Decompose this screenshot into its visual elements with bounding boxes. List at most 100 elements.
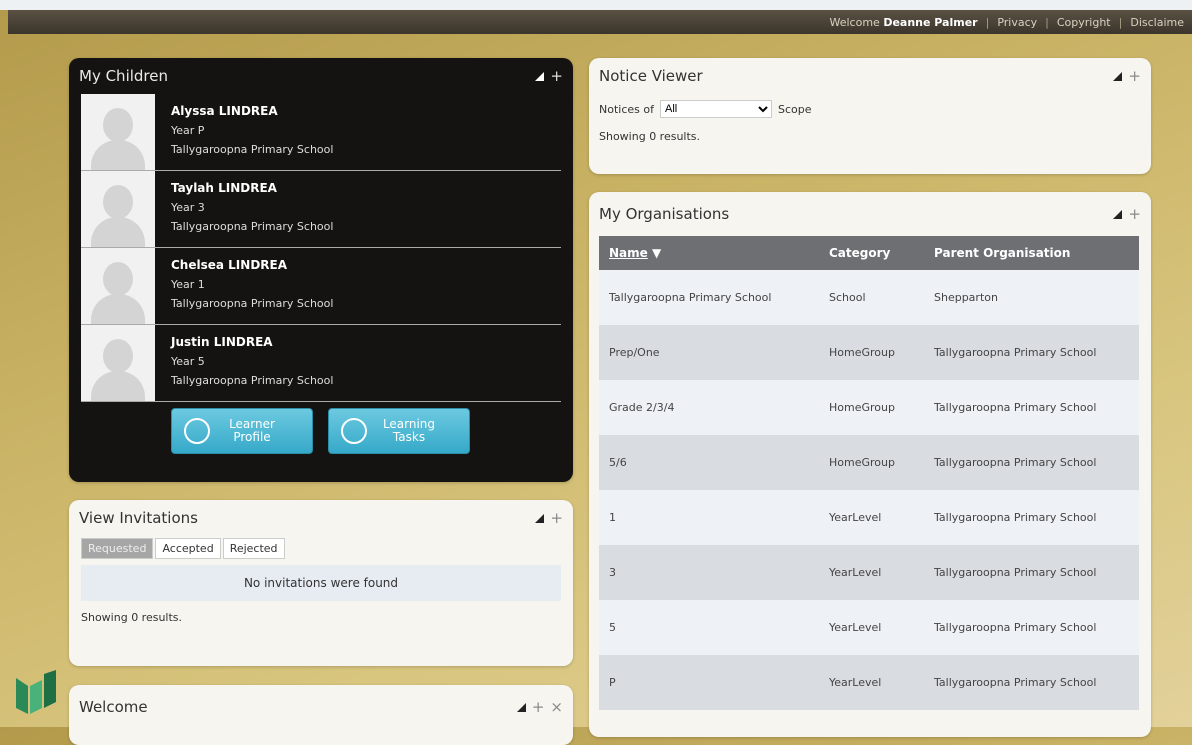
notice-viewer-panel: Notice Viewer + Notices of All Scope Sho… — [589, 58, 1151, 174]
tab-requested[interactable]: Requested — [81, 538, 154, 559]
table-row[interactable]: 1 YearLevel Tallygaroopna Primary School — [599, 490, 1139, 545]
org-name: Tallygaroopna Primary School — [599, 270, 819, 325]
plus-icon[interactable]: + — [550, 67, 563, 85]
org-category: YearLevel — [819, 545, 924, 600]
top-bar: Welcome Deanne Palmer | Privacy | Copyri… — [8, 10, 1192, 34]
org-name: Grade 2/3/4 — [599, 380, 819, 435]
collapse-triangle-icon[interactable] — [535, 71, 545, 81]
empty-message: No invitations were found — [81, 565, 561, 601]
panel-title: Notice Viewer — [599, 67, 703, 85]
child-school: Tallygaroopna Primary School — [171, 143, 334, 156]
child-name: Taylah LINDREA — [171, 181, 277, 195]
username: Deanne Palmer — [883, 15, 978, 29]
plus-icon[interactable]: + — [1128, 205, 1141, 223]
child-year: Year 5 — [171, 355, 205, 368]
org-name: 5/6 — [599, 435, 819, 490]
plus-icon[interactable]: + — [550, 509, 563, 527]
child-year: Year P — [171, 124, 205, 137]
collapse-triangle-icon[interactable] — [516, 702, 526, 712]
tab-rejected[interactable]: Rejected — [222, 538, 285, 559]
child-row[interactable]: Taylah LINDREA Year 3 Tallygaroopna Prim… — [81, 171, 561, 248]
table-row[interactable]: 3 YearLevel Tallygaroopna Primary School — [599, 545, 1139, 600]
tasks-icon — [341, 418, 367, 444]
table-row[interactable]: 5 YearLevel Tallygaroopna Primary School — [599, 600, 1139, 655]
child-year: Year 1 — [171, 278, 205, 291]
child-school: Tallygaroopna Primary School — [171, 374, 334, 387]
learning-tasks-button[interactable]: Learning Tasks — [328, 408, 470, 454]
column-header-name[interactable]: Name ▼ — [599, 236, 819, 270]
children-list: Alyssa LINDREA Year P Tallygaroopna Prim… — [69, 94, 573, 402]
invitation-tabs: Requested Accepted Rejected — [81, 538, 561, 559]
org-parent: Tallygaroopna Primary School — [924, 325, 1139, 380]
org-name: 1 — [599, 490, 819, 545]
org-category: YearLevel — [819, 655, 924, 710]
org-category: YearLevel — [819, 490, 924, 545]
close-icon[interactable]: × — [550, 698, 563, 716]
org-category: YearLevel — [819, 600, 924, 655]
org-parent: Tallygaroopna Primary School — [924, 545, 1139, 600]
table-row[interactable]: Prep/One HomeGroup Tallygaroopna Primary S… — [599, 325, 1139, 380]
org-parent: Tallygaroopna Primary School — [924, 435, 1139, 490]
child-year: Year 3 — [171, 201, 205, 214]
panel-header: Notice Viewer + — [589, 58, 1151, 94]
table-row[interactable]: 5/6 HomeGroup Tallygaroopna Primary School — [599, 435, 1139, 490]
sort-desc-icon: ▼ — [651, 246, 662, 260]
panel-title: View Invitations — [79, 509, 198, 527]
table-row[interactable]: Grade 2/3/4 HomeGroup Tallygaroopna Primar… — [599, 380, 1139, 435]
panel-title: My Children — [79, 67, 168, 85]
collapse-triangle-icon[interactable] — [1113, 209, 1123, 219]
welcome-text: Welcome Deanne Palmer — [829, 15, 978, 29]
copyright-link[interactable]: Copyright — [1049, 16, 1119, 29]
org-category: HomeGroup — [819, 325, 924, 380]
organisations-table: Name ▼ Category Parent Organisation Tall… — [599, 236, 1139, 710]
child-row[interactable]: Alyssa LINDREA Year P Tallygaroopna Prim… — [81, 94, 561, 171]
avatar — [81, 94, 155, 170]
column-header-parent[interactable]: Parent Organisation — [924, 236, 1139, 270]
org-name: 3 — [599, 545, 819, 600]
org-name: 5 — [599, 600, 819, 655]
child-school: Tallygaroopna Primary School — [171, 220, 334, 233]
scope-label: Scope — [777, 102, 812, 116]
table-row[interactable]: Tallygaroopna Primary School School Sheppa… — [599, 270, 1139, 325]
results-summary: Showing 0 results. — [599, 130, 701, 143]
org-category: School — [819, 270, 924, 325]
org-category: HomeGroup — [819, 380, 924, 435]
org-name: P — [599, 655, 819, 710]
child-name: Chelsea LINDREA — [171, 258, 287, 272]
child-school: Tallygaroopna Primary School — [171, 297, 334, 310]
avatar — [81, 325, 155, 401]
welcome-panel: Welcome + × — [69, 685, 573, 745]
tab-accepted[interactable]: Accepted — [155, 538, 221, 559]
view-invitations-panel: View Invitations + Requested Accepted Re… — [69, 500, 573, 666]
panel-title: Welcome — [79, 698, 148, 716]
results-summary: Showing 0 results. — [81, 611, 183, 624]
avatar — [81, 248, 155, 324]
plus-icon[interactable]: + — [532, 698, 545, 716]
my-children-panel: My Children + Alyssa LINDREA Year P Tall… — [69, 58, 573, 482]
privacy-link[interactable]: Privacy — [989, 16, 1045, 29]
panel-header: My Organisations + — [589, 192, 1151, 236]
learner-profile-button[interactable]: Learner Profile — [171, 408, 313, 454]
org-parent: Tallygaroopna Primary School — [924, 600, 1139, 655]
org-parent: Tallygaroopna Primary School — [924, 380, 1139, 435]
child-row[interactable]: Justin LINDREA Year 5 Tallygaroopna Prim… — [81, 325, 561, 402]
collapse-triangle-icon[interactable] — [535, 513, 545, 523]
table-row[interactable]: P YearLevel Tallygaroopna Primary School — [599, 655, 1139, 710]
child-name: Justin LINDREA — [171, 335, 273, 349]
panel-header: View Invitations + — [69, 500, 573, 536]
org-category: HomeGroup — [819, 435, 924, 490]
org-parent: Tallygaroopna Primary School — [924, 490, 1139, 545]
browser-top-strip — [0, 0, 1192, 10]
disclaimer-link[interactable]: Disclaime — [1122, 16, 1192, 29]
notice-scope-select[interactable]: All — [659, 100, 772, 118]
child-row[interactable]: Chelsea LINDREA Year 1 Tallygaroopna Pri… — [81, 248, 561, 325]
panel-header: Welcome + × — [69, 685, 573, 729]
child-name: Alyssa LINDREA — [171, 104, 278, 118]
panel-header: My Children + — [69, 58, 573, 94]
avatar — [81, 171, 155, 247]
column-header-category[interactable]: Category — [819, 236, 924, 270]
collapse-triangle-icon[interactable] — [1113, 71, 1123, 81]
plus-icon[interactable]: + — [1128, 67, 1141, 85]
panel-title: My Organisations — [599, 205, 730, 223]
my-organisations-panel: My Organisations + Name ▼ Category Paren… — [589, 192, 1151, 737]
